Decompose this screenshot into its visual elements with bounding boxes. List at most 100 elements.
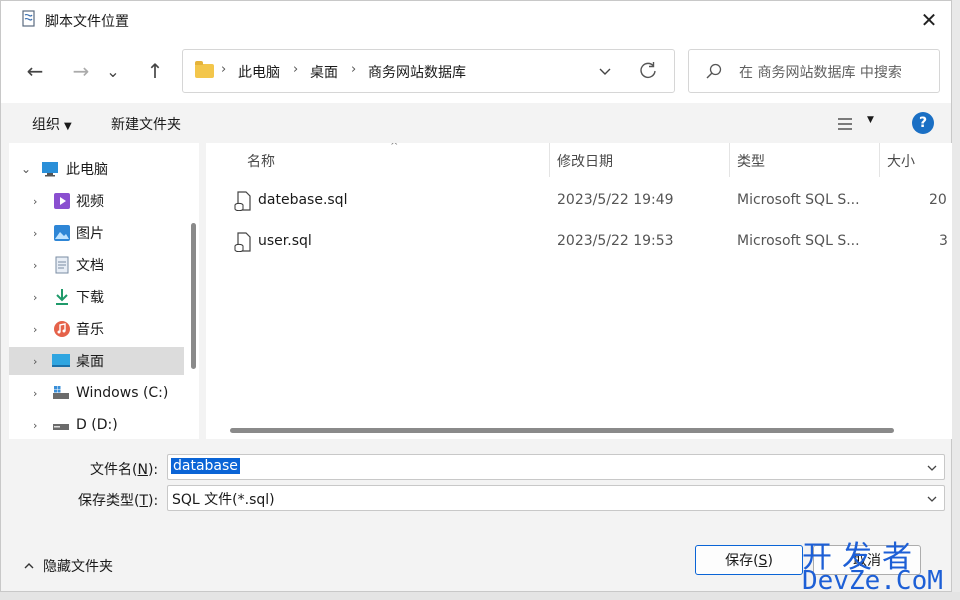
file-row[interactable]: user.sql 2023/5/22 19:53 Microsoft SQL S… bbox=[206, 225, 952, 259]
column-divider[interactable] bbox=[879, 143, 880, 177]
chevron-right-icon: › bbox=[33, 290, 38, 304]
column-header-type[interactable]: 类型 bbox=[737, 151, 765, 171]
file-name: user.sql bbox=[258, 233, 312, 249]
caret-down-icon: ▼ bbox=[867, 115, 874, 125]
chevron-right-icon: › bbox=[33, 226, 38, 240]
sidebar-item-desktop[interactable]: › 桌面 bbox=[9, 347, 184, 375]
sidebar-item-pictures[interactable]: › 图片 bbox=[9, 219, 184, 247]
chevron-right-icon: › bbox=[33, 354, 38, 368]
filetype-select[interactable]: SQL 文件(*.sql) bbox=[167, 485, 945, 511]
sidebar-scrollbar[interactable] bbox=[191, 223, 196, 369]
title-bar: 脚本文件位置 ✕ bbox=[1, 1, 951, 39]
navigation-bar: ← → ⌄ ↑ › 此电脑 › 桌面 › 商务网站数据库 在 商务网站数据库 中… bbox=[1, 39, 951, 103]
sidebar-label: 图片 bbox=[76, 226, 104, 242]
sidebar-label: 此电脑 bbox=[66, 162, 108, 178]
filetype-value: SQL 文件(*.sql) bbox=[172, 492, 275, 508]
sidebar-item-music[interactable]: › 音乐 bbox=[9, 315, 184, 343]
sidebar-label: 音乐 bbox=[76, 322, 104, 338]
chevron-down-icon[interactable] bbox=[926, 462, 938, 474]
up-button[interactable]: ↑ bbox=[139, 55, 171, 87]
search-box[interactable]: 在 商务网站数据库 中搜索 bbox=[688, 49, 940, 93]
filename-label: 文件名(N): bbox=[90, 462, 159, 478]
sidebar-item-drive-d[interactable]: › D (D:) bbox=[9, 411, 184, 439]
video-icon bbox=[54, 193, 70, 209]
chevron-down-icon[interactable] bbox=[926, 493, 938, 505]
organize-menu[interactable]: 组织 ▼ bbox=[32, 114, 72, 134]
sidebar-label: 下载 bbox=[76, 290, 104, 306]
close-icon: ✕ bbox=[920, 8, 938, 32]
file-modified: 2023/5/22 19:49 bbox=[557, 192, 674, 208]
picture-icon bbox=[54, 225, 70, 241]
new-folder-button[interactable]: 新建文件夹 bbox=[111, 114, 181, 134]
arrow-up-icon: ↑ bbox=[146, 59, 164, 83]
forward-button[interactable]: → bbox=[65, 55, 97, 87]
desktop-icon bbox=[52, 354, 70, 367]
breadcrumb-current-folder[interactable]: 商务网站数据库 bbox=[368, 62, 466, 82]
arrow-right-icon: → bbox=[72, 59, 90, 83]
chevron-right-icon: › bbox=[33, 322, 38, 336]
horizontal-scrollbar[interactable] bbox=[230, 428, 894, 433]
save-label: 保存(S) bbox=[725, 553, 773, 569]
sidebar-item-this-pc[interactable]: ⌄ 此电脑 bbox=[9, 155, 184, 183]
filetype-label: 保存类型(T): bbox=[78, 493, 159, 509]
sort-ascending-icon: ^ bbox=[390, 143, 399, 152]
hide-folders-toggle[interactable]: 隐藏文件夹 bbox=[23, 556, 113, 576]
column-divider[interactable] bbox=[729, 143, 730, 177]
breadcrumb-desktop[interactable]: 桌面 bbox=[310, 62, 338, 82]
filename-value: database bbox=[171, 458, 240, 474]
arrow-left-icon: ← bbox=[26, 59, 44, 83]
help-button[interactable]: ? bbox=[912, 112, 934, 134]
filename-input[interactable]: database bbox=[167, 454, 945, 480]
music-icon bbox=[54, 321, 70, 337]
download-icon bbox=[56, 289, 68, 305]
chevron-right-icon: › bbox=[293, 62, 299, 77]
chevron-right-icon: › bbox=[221, 62, 227, 77]
column-header-size[interactable]: 大小 bbox=[887, 151, 915, 171]
file-size: 3 bbox=[939, 233, 948, 249]
chevron-down-icon: ⌄ bbox=[106, 61, 120, 81]
sql-file-icon bbox=[234, 191, 251, 211]
column-divider[interactable] bbox=[549, 143, 550, 177]
view-options-button[interactable]: ▼ bbox=[833, 113, 881, 135]
sidebar-label: D (D:) bbox=[76, 417, 118, 433]
script-file-icon bbox=[22, 10, 35, 27]
sidebar-label: 视频 bbox=[76, 194, 104, 210]
column-header-name[interactable]: 名称 bbox=[247, 151, 275, 171]
search-input[interactable]: 在 商务网站数据库 中搜索 bbox=[739, 62, 902, 82]
chevron-right-icon: › bbox=[33, 386, 38, 400]
drive-d-icon bbox=[53, 424, 69, 430]
refresh-icon[interactable] bbox=[638, 59, 658, 81]
address-dropdown-icon[interactable] bbox=[598, 65, 612, 79]
file-type: Microsoft SQL S... bbox=[737, 233, 860, 249]
column-header-modified[interactable]: 修改日期 bbox=[557, 151, 613, 171]
save-dialog: 脚本文件位置 ✕ ← → ⌄ ↑ › 此电脑 › 桌面 › 商务网站数据库 在 … bbox=[0, 0, 952, 592]
sidebar-item-videos[interactable]: › 视频 bbox=[9, 187, 184, 215]
breadcrumb-this-pc[interactable]: 此电脑 bbox=[238, 62, 280, 82]
pc-icon bbox=[42, 162, 58, 177]
sidebar-item-downloads[interactable]: › 下载 bbox=[9, 283, 184, 311]
command-toolbar: 组织 ▼ 新建文件夹 ▼ ? bbox=[1, 103, 951, 143]
background-window-edge bbox=[952, 0, 960, 600]
file-size: 20 bbox=[929, 192, 947, 208]
back-button[interactable]: ← bbox=[19, 55, 51, 87]
sidebar-label: Windows (C:) bbox=[76, 385, 169, 401]
file-type: Microsoft SQL S... bbox=[737, 192, 860, 208]
recent-locations-button[interactable]: ⌄ bbox=[103, 55, 123, 87]
sidebar-item-drive-c[interactable]: › Windows (C:) bbox=[9, 379, 184, 407]
sidebar-item-documents[interactable]: › 文档 bbox=[9, 251, 184, 279]
chevron-right-icon: › bbox=[33, 258, 38, 272]
window-title: 脚本文件位置 bbox=[45, 14, 129, 30]
file-row[interactable]: datebase.sql 2023/5/22 19:49 Microsoft S… bbox=[206, 184, 952, 218]
document-icon bbox=[55, 256, 69, 274]
watermark-logo: 开发者 DevZe.CoM bbox=[802, 532, 960, 600]
close-button[interactable]: ✕ bbox=[907, 1, 951, 39]
help-icon: ? bbox=[918, 115, 928, 131]
navigation-pane: ⌄ 此电脑 › 视频 › 图片 › 文档 › 下载 › 音乐 › 桌面 › Wi… bbox=[9, 143, 199, 439]
chevron-right-icon: › bbox=[351, 62, 357, 77]
address-bar[interactable]: › 此电脑 › 桌面 › 商务网站数据库 bbox=[182, 49, 675, 93]
file-name: datebase.sql bbox=[258, 192, 348, 208]
save-button[interactable]: 保存(S) bbox=[695, 545, 803, 575]
watermark-line2: DevZe.CoM bbox=[802, 566, 943, 596]
folder-icon bbox=[195, 61, 214, 78]
file-modified: 2023/5/22 19:53 bbox=[557, 233, 674, 249]
